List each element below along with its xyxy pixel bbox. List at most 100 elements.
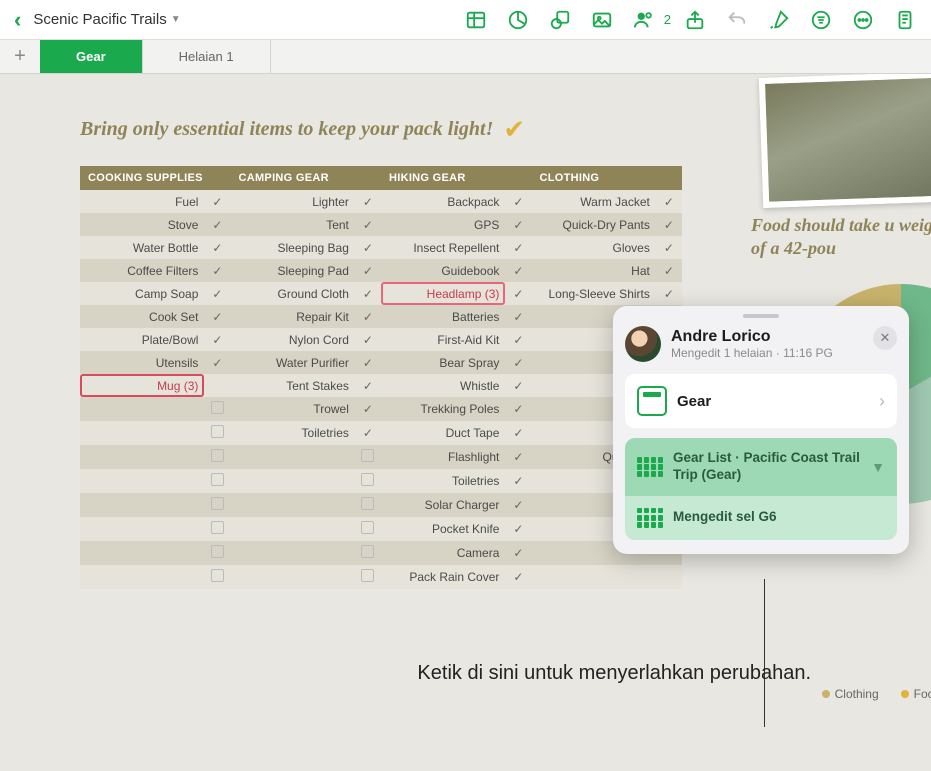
check-cell[interactable]: ✓ bbox=[656, 282, 682, 305]
tab-gear[interactable]: Gear bbox=[40, 40, 143, 73]
table-row[interactable]: Toiletries✓Sung bbox=[80, 469, 682, 493]
item-cell[interactable]: Gloves bbox=[531, 236, 655, 259]
check-cell[interactable]: ✓ bbox=[204, 282, 230, 305]
item-cell[interactable]: Camera bbox=[381, 541, 505, 565]
item-cell[interactable] bbox=[80, 493, 204, 517]
check-cell[interactable]: ✓ bbox=[505, 445, 531, 469]
add-sheet-button[interactable]: + bbox=[0, 40, 40, 73]
undo-icon[interactable] bbox=[719, 6, 755, 34]
check-cell[interactable]: ✓ bbox=[656, 236, 682, 259]
item-cell[interactable] bbox=[230, 493, 354, 517]
check-cell[interactable] bbox=[656, 565, 682, 589]
item-cell[interactable]: Water Bottle bbox=[80, 236, 204, 259]
item-cell[interactable]: Insect Repellent bbox=[381, 236, 505, 259]
item-cell[interactable] bbox=[230, 517, 354, 541]
item-cell[interactable]: Nylon Cord bbox=[230, 328, 354, 351]
check-cell[interactable]: ✓ bbox=[656, 213, 682, 236]
check-cell[interactable] bbox=[355, 493, 381, 517]
check-cell[interactable]: ✓ bbox=[355, 421, 381, 445]
document-title-button[interactable]: Scenic Pacific Trails ▼ bbox=[33, 11, 180, 28]
gear-table[interactable]: COOKING SUPPLIESCAMPING GEARHIKING GEARC… bbox=[80, 166, 682, 589]
check-cell[interactable]: ✓ bbox=[355, 213, 381, 236]
item-cell[interactable] bbox=[531, 565, 655, 589]
check-cell[interactable]: ✓ bbox=[355, 259, 381, 282]
check-cell[interactable]: ✓ bbox=[505, 236, 531, 259]
check-cell[interactable] bbox=[204, 493, 230, 517]
table-row[interactable]: Trowel✓Trekking Poles✓S bbox=[80, 397, 682, 421]
item-cell[interactable]: Camp Soap bbox=[80, 282, 204, 305]
check-column-header[interactable] bbox=[355, 166, 381, 190]
item-cell[interactable]: Toiletries bbox=[381, 469, 505, 493]
table-row[interactable]: Plate/Bowl✓Nylon Cord✓First-Aid Kit✓Und bbox=[80, 328, 682, 351]
item-cell[interactable]: Coffee Filters bbox=[80, 259, 204, 282]
check-cell[interactable] bbox=[204, 565, 230, 589]
table-row[interactable]: Pack Rain Cover✓ bbox=[80, 565, 682, 589]
check-cell[interactable]: ✓ bbox=[505, 517, 531, 541]
item-cell[interactable]: Mug (3) bbox=[80, 374, 204, 397]
check-cell[interactable]: ✓ bbox=[204, 236, 230, 259]
check-cell[interactable] bbox=[204, 517, 230, 541]
item-cell[interactable]: Trekking Poles bbox=[381, 397, 505, 421]
collaboration-icon[interactable] bbox=[626, 6, 662, 34]
item-cell[interactable]: Stove bbox=[80, 213, 204, 236]
item-cell[interactable] bbox=[230, 541, 354, 565]
check-cell[interactable]: ✓ bbox=[505, 565, 531, 589]
item-cell[interactable]: Sleeping Pad bbox=[230, 259, 354, 282]
check-cell[interactable]: ✓ bbox=[355, 190, 381, 213]
check-cell[interactable]: ✓ bbox=[505, 397, 531, 421]
item-cell[interactable]: Quick-Dry Pants bbox=[531, 213, 655, 236]
check-cell[interactable]: ✓ bbox=[204, 259, 230, 282]
check-cell[interactable]: ✓ bbox=[355, 236, 381, 259]
table-row[interactable]: Fuel✓Lighter✓Backpack✓Warm Jacket✓ bbox=[80, 190, 682, 213]
more-icon[interactable] bbox=[845, 6, 881, 34]
check-cell[interactable] bbox=[204, 421, 230, 445]
check-column-header[interactable] bbox=[656, 166, 682, 190]
check-cell[interactable]: ✓ bbox=[355, 282, 381, 305]
check-cell[interactable]: ✓ bbox=[355, 397, 381, 421]
check-cell[interactable]: ✓ bbox=[505, 541, 531, 565]
table-row[interactable]: Camera✓ bbox=[80, 541, 682, 565]
check-cell[interactable] bbox=[204, 374, 230, 397]
table-row[interactable]: Flashlight✓Quick-Dr bbox=[80, 445, 682, 469]
column-header[interactable]: HIKING GEAR bbox=[381, 166, 505, 190]
table-row[interactable]: Mug (3)Tent Stakes✓Whistle✓ bbox=[80, 374, 682, 397]
item-cell[interactable]: Water Purifier bbox=[230, 351, 354, 374]
check-cell[interactable]: ✓ bbox=[355, 374, 381, 397]
check-cell[interactable]: ✓ bbox=[505, 190, 531, 213]
check-cell[interactable] bbox=[204, 541, 230, 565]
item-cell[interactable]: Headlamp (3) bbox=[381, 282, 505, 305]
item-cell[interactable]: Ground Cloth bbox=[230, 282, 354, 305]
item-cell[interactable]: Toiletries bbox=[230, 421, 354, 445]
column-header[interactable]: COOKING SUPPLIES bbox=[80, 166, 204, 190]
table-row[interactable]: Stove✓Tent✓GPS✓Quick-Dry Pants✓ bbox=[80, 213, 682, 236]
insert-shape-icon[interactable] bbox=[542, 6, 578, 34]
item-cell[interactable]: Guidebook bbox=[381, 259, 505, 282]
item-cell[interactable] bbox=[80, 517, 204, 541]
item-cell[interactable]: Long-Sleeve Shirts bbox=[531, 282, 655, 305]
table-row[interactable]: Solar Charger✓ bbox=[80, 493, 682, 517]
check-cell[interactable]: ✓ bbox=[505, 421, 531, 445]
check-cell[interactable]: ✓ bbox=[204, 305, 230, 328]
format-brush-icon[interactable] bbox=[761, 6, 797, 34]
item-cell[interactable]: GPS bbox=[381, 213, 505, 236]
table-row[interactable]: Utensils✓Water Purifier✓Bear Spray✓ bbox=[80, 351, 682, 374]
item-cell[interactable]: Solar Charger bbox=[381, 493, 505, 517]
item-cell[interactable] bbox=[80, 565, 204, 589]
item-cell[interactable]: Warm Jacket bbox=[531, 190, 655, 213]
item-cell[interactable]: Cook Set bbox=[80, 305, 204, 328]
check-cell[interactable]: ✓ bbox=[505, 469, 531, 493]
check-cell[interactable]: ✓ bbox=[505, 328, 531, 351]
item-cell[interactable]: Batteries bbox=[381, 305, 505, 328]
item-cell[interactable]: Tent bbox=[230, 213, 354, 236]
item-cell[interactable]: Repair Kit bbox=[230, 305, 354, 328]
item-cell[interactable]: First-Aid Kit bbox=[381, 328, 505, 351]
item-cell[interactable]: Sleeping Bag bbox=[230, 236, 354, 259]
item-cell[interactable]: Utensils bbox=[80, 351, 204, 374]
filter-icon[interactable] bbox=[803, 6, 839, 34]
check-cell[interactable] bbox=[355, 541, 381, 565]
check-cell[interactable]: ✓ bbox=[505, 351, 531, 374]
item-cell[interactable] bbox=[230, 565, 354, 589]
item-cell[interactable] bbox=[230, 469, 354, 493]
item-cell[interactable]: Fuel bbox=[80, 190, 204, 213]
item-cell[interactable] bbox=[80, 469, 204, 493]
